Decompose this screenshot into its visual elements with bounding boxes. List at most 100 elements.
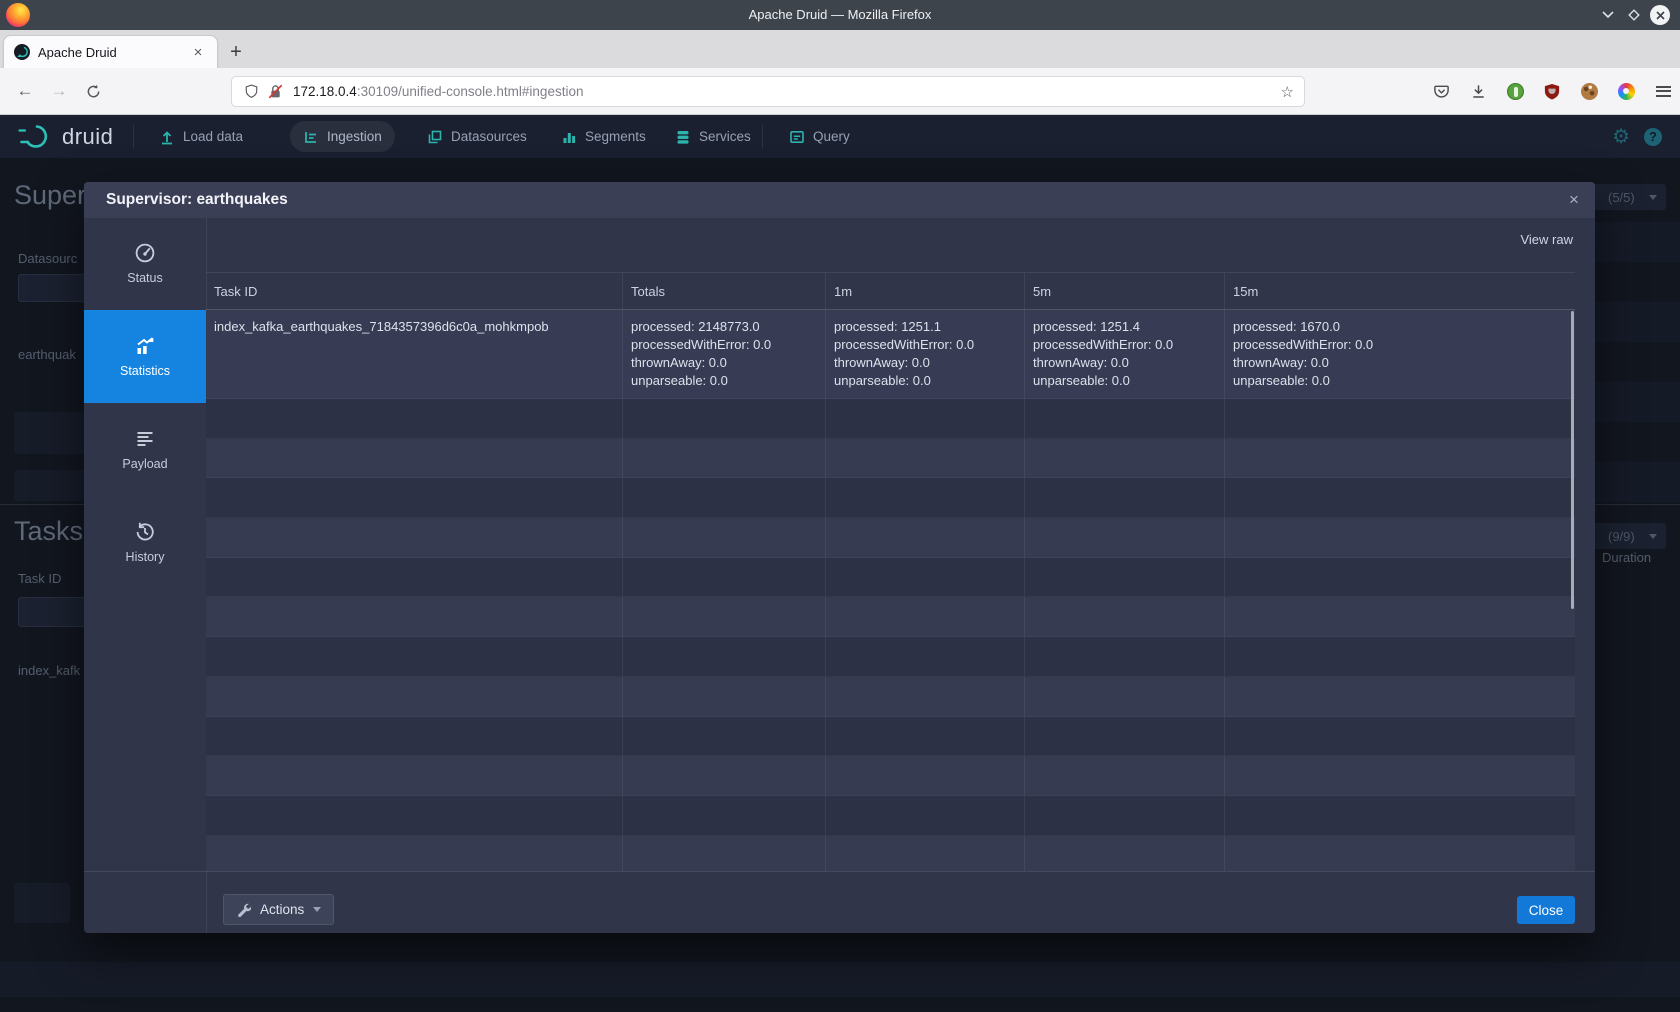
- empty-cell: [1024, 478, 1224, 517]
- empty-row: [206, 597, 1575, 637]
- empty-row: [206, 756, 1575, 796]
- reload-icon: [86, 84, 101, 99]
- nav-item-query[interactable]: Query: [776, 121, 863, 152]
- empty-cell: [1224, 439, 1575, 478]
- tab-title: Apache Druid: [38, 45, 189, 60]
- empty-cell: [622, 399, 825, 438]
- forward-button[interactable]: →: [42, 68, 76, 114]
- cookie-icon[interactable]: [1580, 82, 1598, 100]
- empty-cell: [1024, 677, 1224, 716]
- nav-item-load-data[interactable]: Load data: [146, 121, 256, 152]
- 5m-cell: processed: 1251.4 processedWithError: 0.…: [1024, 310, 1224, 398]
- empty-cell: [825, 518, 1024, 557]
- empty-cell: [622, 518, 825, 557]
- view-raw-link[interactable]: View raw: [1520, 232, 1573, 247]
- ingestion-icon: [303, 129, 319, 145]
- nav-item-datasources[interactable]: Datasources: [414, 121, 540, 152]
- empty-cell: [1024, 796, 1224, 835]
- nav-item-segments[interactable]: Segments: [548, 121, 659, 152]
- privacy-badger-icon[interactable]: [1506, 82, 1524, 100]
- minimize-button[interactable]: [1595, 0, 1621, 30]
- empty-cell: [825, 478, 1024, 517]
- url-path: :30109/unified-console.html#ingestion: [357, 84, 584, 99]
- empty-cell: [1224, 717, 1575, 756]
- browser-tab[interactable]: Apache Druid ×: [3, 35, 218, 68]
- empty-cell: [1024, 518, 1224, 557]
- empty-cell: [206, 836, 622, 871]
- bg-row-block: [14, 883, 70, 923]
- tab-history[interactable]: History: [84, 496, 206, 589]
- segments-icon: [561, 129, 577, 145]
- empty-cell: [206, 399, 622, 438]
- pocket-icon[interactable]: [1432, 82, 1450, 100]
- druid-brand[interactable]: druid: [16, 115, 113, 158]
- bookmark-star-icon[interactable]: ☆: [1281, 83, 1294, 101]
- dialog-title: Supervisor: earthquakes: [106, 182, 288, 218]
- empty-cell: [825, 756, 1024, 795]
- dialog-side-tabs: Status Statistics Payload History: [84, 217, 206, 589]
- tab-label: Payload: [122, 457, 167, 471]
- back-button[interactable]: ←: [8, 68, 42, 114]
- nav-item-services[interactable]: Services: [662, 121, 764, 152]
- empty-cell: [1224, 796, 1575, 835]
- nav-item-label: Segments: [585, 129, 646, 144]
- url-bar[interactable]: 172.18.0.4:30109/unified-console.html#in…: [231, 76, 1305, 107]
- empty-row: [206, 796, 1575, 836]
- empty-cell: [1024, 399, 1224, 438]
- column-header: 15m: [1224, 273, 1575, 309]
- druid-wordmark: druid: [62, 124, 113, 150]
- empty-cell: [1224, 478, 1575, 517]
- tab-close-icon[interactable]: ×: [189, 44, 207, 61]
- reload-button[interactable]: [76, 68, 110, 114]
- empty-cell: [1024, 717, 1224, 756]
- wrench-icon: [236, 902, 251, 917]
- tab-payload[interactable]: Payload: [84, 403, 206, 496]
- ublock-shield-icon[interactable]: [1543, 82, 1561, 100]
- close-window-button[interactable]: [1647, 0, 1673, 30]
- close-window-icon: [1650, 5, 1670, 25]
- table-header-row: Task ID Totals 1m 5m 15m: [206, 272, 1575, 310]
- color-asterisk-icon[interactable]: [1617, 82, 1635, 100]
- maximize-button[interactable]: [1621, 0, 1647, 30]
- bg-task-cell: index_kafk: [18, 663, 80, 678]
- column-header: Task ID: [206, 273, 622, 309]
- caret-down-icon: [1649, 534, 1657, 539]
- insecure-lock-icon[interactable]: [267, 83, 284, 100]
- empty-cell: [1024, 558, 1224, 597]
- empty-row: [206, 637, 1575, 677]
- history-clock-icon: [134, 521, 156, 543]
- empty-row: [206, 478, 1575, 518]
- actions-button[interactable]: Actions: [223, 894, 334, 925]
- bg-duration-column: Duration: [1602, 550, 1651, 565]
- empty-cell: [622, 796, 825, 835]
- empty-cell: [1224, 637, 1575, 676]
- table-row: index_kafka_earthquakes_7184357396d6c0a_…: [206, 310, 1575, 399]
- empty-cell: [206, 597, 622, 636]
- menu-hamburger-icon[interactable]: [1654, 82, 1672, 100]
- downloads-icon[interactable]: [1469, 82, 1487, 100]
- close-dialog-button[interactable]: Close: [1517, 896, 1575, 924]
- empty-cell: [825, 796, 1024, 835]
- empty-cell: [1024, 836, 1224, 871]
- nav-item-label: Load data: [183, 129, 243, 144]
- table-scrollbar-thumb[interactable]: [1571, 311, 1574, 609]
- tab-statistics[interactable]: Statistics: [84, 310, 206, 403]
- empty-cell: [1224, 558, 1575, 597]
- totals-cell: processed: 2148773.0 processedWithError:…: [622, 310, 825, 398]
- bg-footer-row: [0, 962, 1680, 997]
- task-id-cell: index_kafka_earthquakes_7184357396d6c0a_…: [206, 310, 622, 398]
- empty-cell: [825, 558, 1024, 597]
- druid-logo-icon: [16, 123, 54, 150]
- dialog-close-icon[interactable]: ×: [1561, 187, 1587, 213]
- nav-item-label: Ingestion: [327, 129, 382, 144]
- help-icon[interactable]: ?: [1644, 128, 1662, 146]
- tab-label: Status: [127, 271, 162, 285]
- chevron-down-icon: [1602, 11, 1614, 19]
- new-tab-button[interactable]: +: [222, 38, 250, 66]
- tab-status[interactable]: Status: [84, 217, 206, 310]
- settings-gear-icon[interactable]: ⚙: [1612, 124, 1630, 149]
- nav-item-ingestion[interactable]: Ingestion: [290, 121, 395, 152]
- nav-separator: [133, 125, 134, 148]
- tracking-shield-icon[interactable]: [244, 83, 259, 100]
- empty-cell: [206, 677, 622, 716]
